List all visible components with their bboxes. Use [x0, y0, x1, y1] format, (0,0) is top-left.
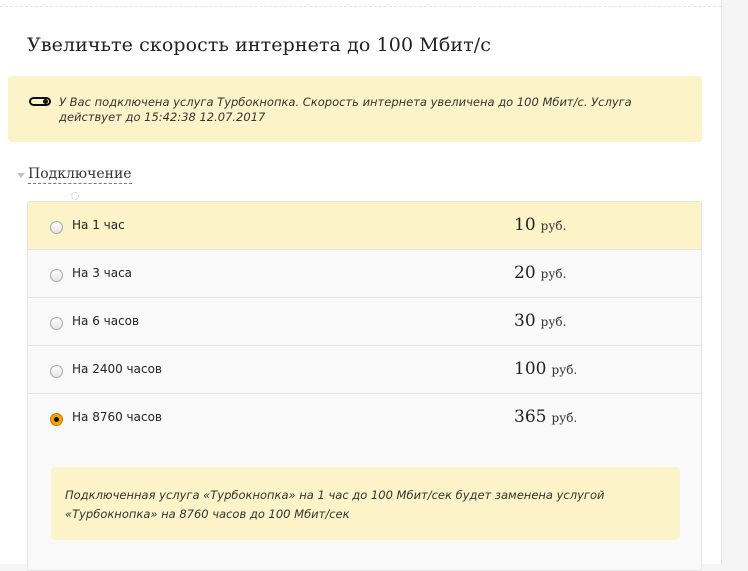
info-text: Подключенная услуга «Турбокнопка» на 1 ч… — [65, 486, 665, 524]
option-label[interactable]: На 3 часа — [72, 266, 132, 280]
option-label[interactable]: На 6 часов — [72, 314, 139, 328]
option-price: 365 руб. — [514, 407, 577, 427]
price-value: 10 — [514, 215, 536, 235]
price-currency: руб. — [540, 267, 567, 281]
price-value: 30 — [514, 311, 536, 331]
price-currency: руб. — [551, 411, 578, 425]
info-line-2: «Турбокнопка» на 8760 часов до 100 Мбит/… — [65, 507, 350, 521]
option-row[interactable]: На 1 час 10 руб. — [28, 202, 701, 250]
toggle-icon — [29, 97, 51, 106]
price-value: 20 — [514, 263, 536, 283]
radio-button[interactable] — [50, 365, 63, 378]
price-value: 100 — [514, 359, 547, 379]
section-label[interactable]: Подключение — [28, 166, 132, 184]
price-currency: руб. — [540, 219, 567, 233]
price-value: 365 — [514, 407, 547, 427]
radio-button-checked[interactable] — [50, 413, 63, 426]
notice-line-2: действует до 15:42:38 12.07.2017 — [59, 110, 266, 124]
option-price: 30 руб. — [514, 311, 566, 331]
option-label[interactable]: На 8760 часов — [72, 410, 162, 424]
option-label[interactable]: На 1 час — [72, 218, 125, 232]
section-header-connection[interactable]: Подключение — [17, 166, 132, 184]
replacement-info: Подключенная услуга «Турбокнопка» на 1 ч… — [51, 467, 680, 540]
top-divider — [0, 0, 721, 7]
status-notice: У Вас подключена услуга Турбокнопка. Ско… — [8, 76, 702, 142]
option-row[interactable]: На 3 часа 20 руб. — [28, 250, 701, 298]
page-title: Увеличьте скорость интернета до 100 Мбит… — [27, 34, 492, 56]
option-price: 10 руб. — [514, 215, 566, 235]
option-label[interactable]: На 2400 часов — [72, 362, 162, 376]
price-currency: руб. — [540, 315, 567, 329]
radio-button[interactable] — [50, 317, 63, 330]
radio-button[interactable] — [50, 269, 63, 282]
option-row[interactable]: На 6 часов 30 руб. — [28, 298, 701, 346]
option-row-selected[interactable]: На 8760 часов 365 руб. — [28, 394, 701, 442]
option-price: 20 руб. — [514, 263, 566, 283]
notice-text: У Вас подключена услуга Турбокнопка. Ско… — [59, 95, 659, 125]
option-price: 100 руб. — [514, 359, 577, 379]
notice-line-1: У Вас подключена услуга Турбокнопка. Ско… — [59, 95, 632, 109]
loading-spinner-icon — [71, 192, 79, 200]
info-line-1: Подключенная услуга «Турбокнопка» на 1 ч… — [65, 488, 605, 502]
page: Увеличьте скорость интернета до 100 Мбит… — [0, 0, 722, 571]
price-currency: руб. — [551, 363, 578, 377]
caret-down-icon[interactable] — [17, 173, 25, 178]
option-row[interactable]: На 2400 часов 100 руб. — [28, 346, 701, 394]
radio-button[interactable] — [50, 221, 63, 234]
